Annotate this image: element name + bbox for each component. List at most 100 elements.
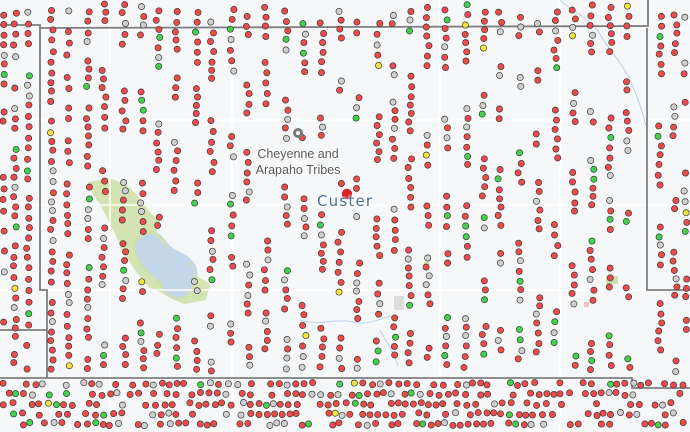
well-marker-red[interactable] [497,410,504,418]
well-marker-red[interactable] [637,381,645,389]
well-marker-red[interactable] [372,337,380,345]
well-marker-red[interactable] [462,342,470,350]
well-marker-red[interactable] [209,255,217,263]
well-marker-green[interactable] [444,314,451,321]
well-marker-red[interactable] [65,351,73,359]
well-marker-red[interactable] [88,380,96,388]
well-marker-red[interactable] [0,227,8,235]
well-marker-red[interactable] [208,74,216,82]
well-marker-red[interactable] [391,216,399,224]
well-marker-red[interactable] [25,287,33,294]
well-marker-red[interactable] [606,22,614,30]
well-marker-red[interactable] [682,293,690,300]
well-marker-red[interactable] [261,58,269,66]
gray-pin-icon[interactable] [293,128,303,138]
well-marker-gray[interactable] [207,358,215,366]
well-marker-red[interactable] [406,330,414,337]
well-marker-red[interactable] [262,100,270,108]
well-marker-red[interactable] [85,333,92,341]
well-marker-green[interactable] [120,266,128,274]
well-marker-red[interactable] [107,390,115,398]
well-marker-red[interactable] [48,87,55,95]
well-marker-red[interactable] [401,400,409,408]
well-marker-red[interactable] [496,166,504,173]
well-marker-green[interactable] [351,399,359,407]
well-marker-red[interactable] [0,11,8,19]
well-marker-red[interactable] [464,420,472,428]
well-marker-yellow[interactable] [11,284,19,292]
well-marker-red[interactable] [10,274,18,282]
well-marker-red[interactable] [0,80,8,88]
well-marker-red[interactable] [264,237,272,245]
well-marker-red[interactable] [656,151,664,159]
well-marker-red[interactable] [532,348,540,356]
well-marker-red[interactable] [535,187,543,195]
well-marker-red[interactable] [338,228,346,236]
well-marker-red[interactable] [309,379,317,387]
well-marker-red[interactable] [227,329,235,337]
well-marker-gray[interactable] [84,303,92,311]
well-marker-red[interactable] [98,391,106,399]
well-marker-red[interactable] [390,323,398,331]
well-marker-red[interactable] [284,27,292,35]
well-marker-gray[interactable] [353,287,360,295]
well-marker-red[interactable] [515,411,523,419]
well-marker-red[interactable] [300,195,308,203]
well-marker-red[interactable] [243,300,251,308]
well-marker-green[interactable] [352,114,360,122]
well-marker-red[interactable] [589,118,597,126]
well-marker-red[interactable] [571,118,579,126]
well-marker-green[interactable] [463,1,471,9]
well-marker-red[interactable] [426,300,434,308]
well-marker-red[interactable] [299,321,307,329]
well-marker-red[interactable] [12,164,20,172]
well-marker-red[interactable] [579,379,587,387]
well-marker-red[interactable] [505,419,513,427]
well-marker-red[interactable] [625,126,633,134]
well-marker-red[interactable] [267,380,275,388]
well-marker-red[interactable] [514,381,521,389]
well-marker-gray[interactable] [227,320,235,328]
well-marker-red[interactable] [395,380,403,388]
well-marker-red[interactable] [570,281,578,289]
well-marker-gray[interactable] [534,20,541,28]
well-marker-red[interactable] [487,419,495,427]
well-marker-red[interactable] [374,290,382,298]
well-marker-red[interactable] [463,143,471,151]
well-marker-gray[interactable] [589,31,597,39]
well-marker-red[interactable] [327,391,335,399]
well-marker-red[interactable] [175,419,183,427]
well-marker-red[interactable] [607,30,615,38]
well-marker-gray[interactable] [64,291,72,298]
well-marker-red[interactable] [84,29,92,37]
well-marker-red[interactable] [193,18,201,26]
well-marker-red[interactable] [47,98,55,105]
well-marker-red[interactable] [99,420,107,428]
well-marker-green[interactable] [355,392,363,399]
well-marker-red[interactable] [498,399,506,407]
well-marker-red[interactable] [173,379,181,387]
well-marker-red[interactable] [136,319,144,327]
well-marker-red[interactable] [11,115,19,123]
well-marker-red[interactable] [302,223,310,231]
well-marker-red[interactable] [623,33,631,40]
well-marker-red[interactable] [477,391,485,399]
well-marker-green[interactable] [551,318,559,326]
well-marker-red[interactable] [12,294,20,302]
well-marker-red[interactable] [587,12,595,20]
well-marker-red[interactable] [263,69,271,77]
well-marker-gray[interactable] [229,153,237,161]
well-marker-red[interactable] [138,179,146,187]
well-marker-red[interactable] [535,391,543,399]
well-marker-red[interactable] [244,419,252,427]
well-marker-red[interactable] [554,36,562,44]
well-marker-red[interactable] [0,117,7,125]
well-marker-red[interactable] [481,8,489,16]
well-marker-red[interactable] [100,244,108,252]
well-marker-yellow[interactable] [47,129,54,137]
well-marker-gray[interactable] [389,12,397,19]
well-marker-red[interactable] [10,262,17,270]
well-marker-gray[interactable] [244,292,252,300]
well-marker-red[interactable] [599,409,607,417]
well-marker-gray[interactable] [672,368,680,376]
